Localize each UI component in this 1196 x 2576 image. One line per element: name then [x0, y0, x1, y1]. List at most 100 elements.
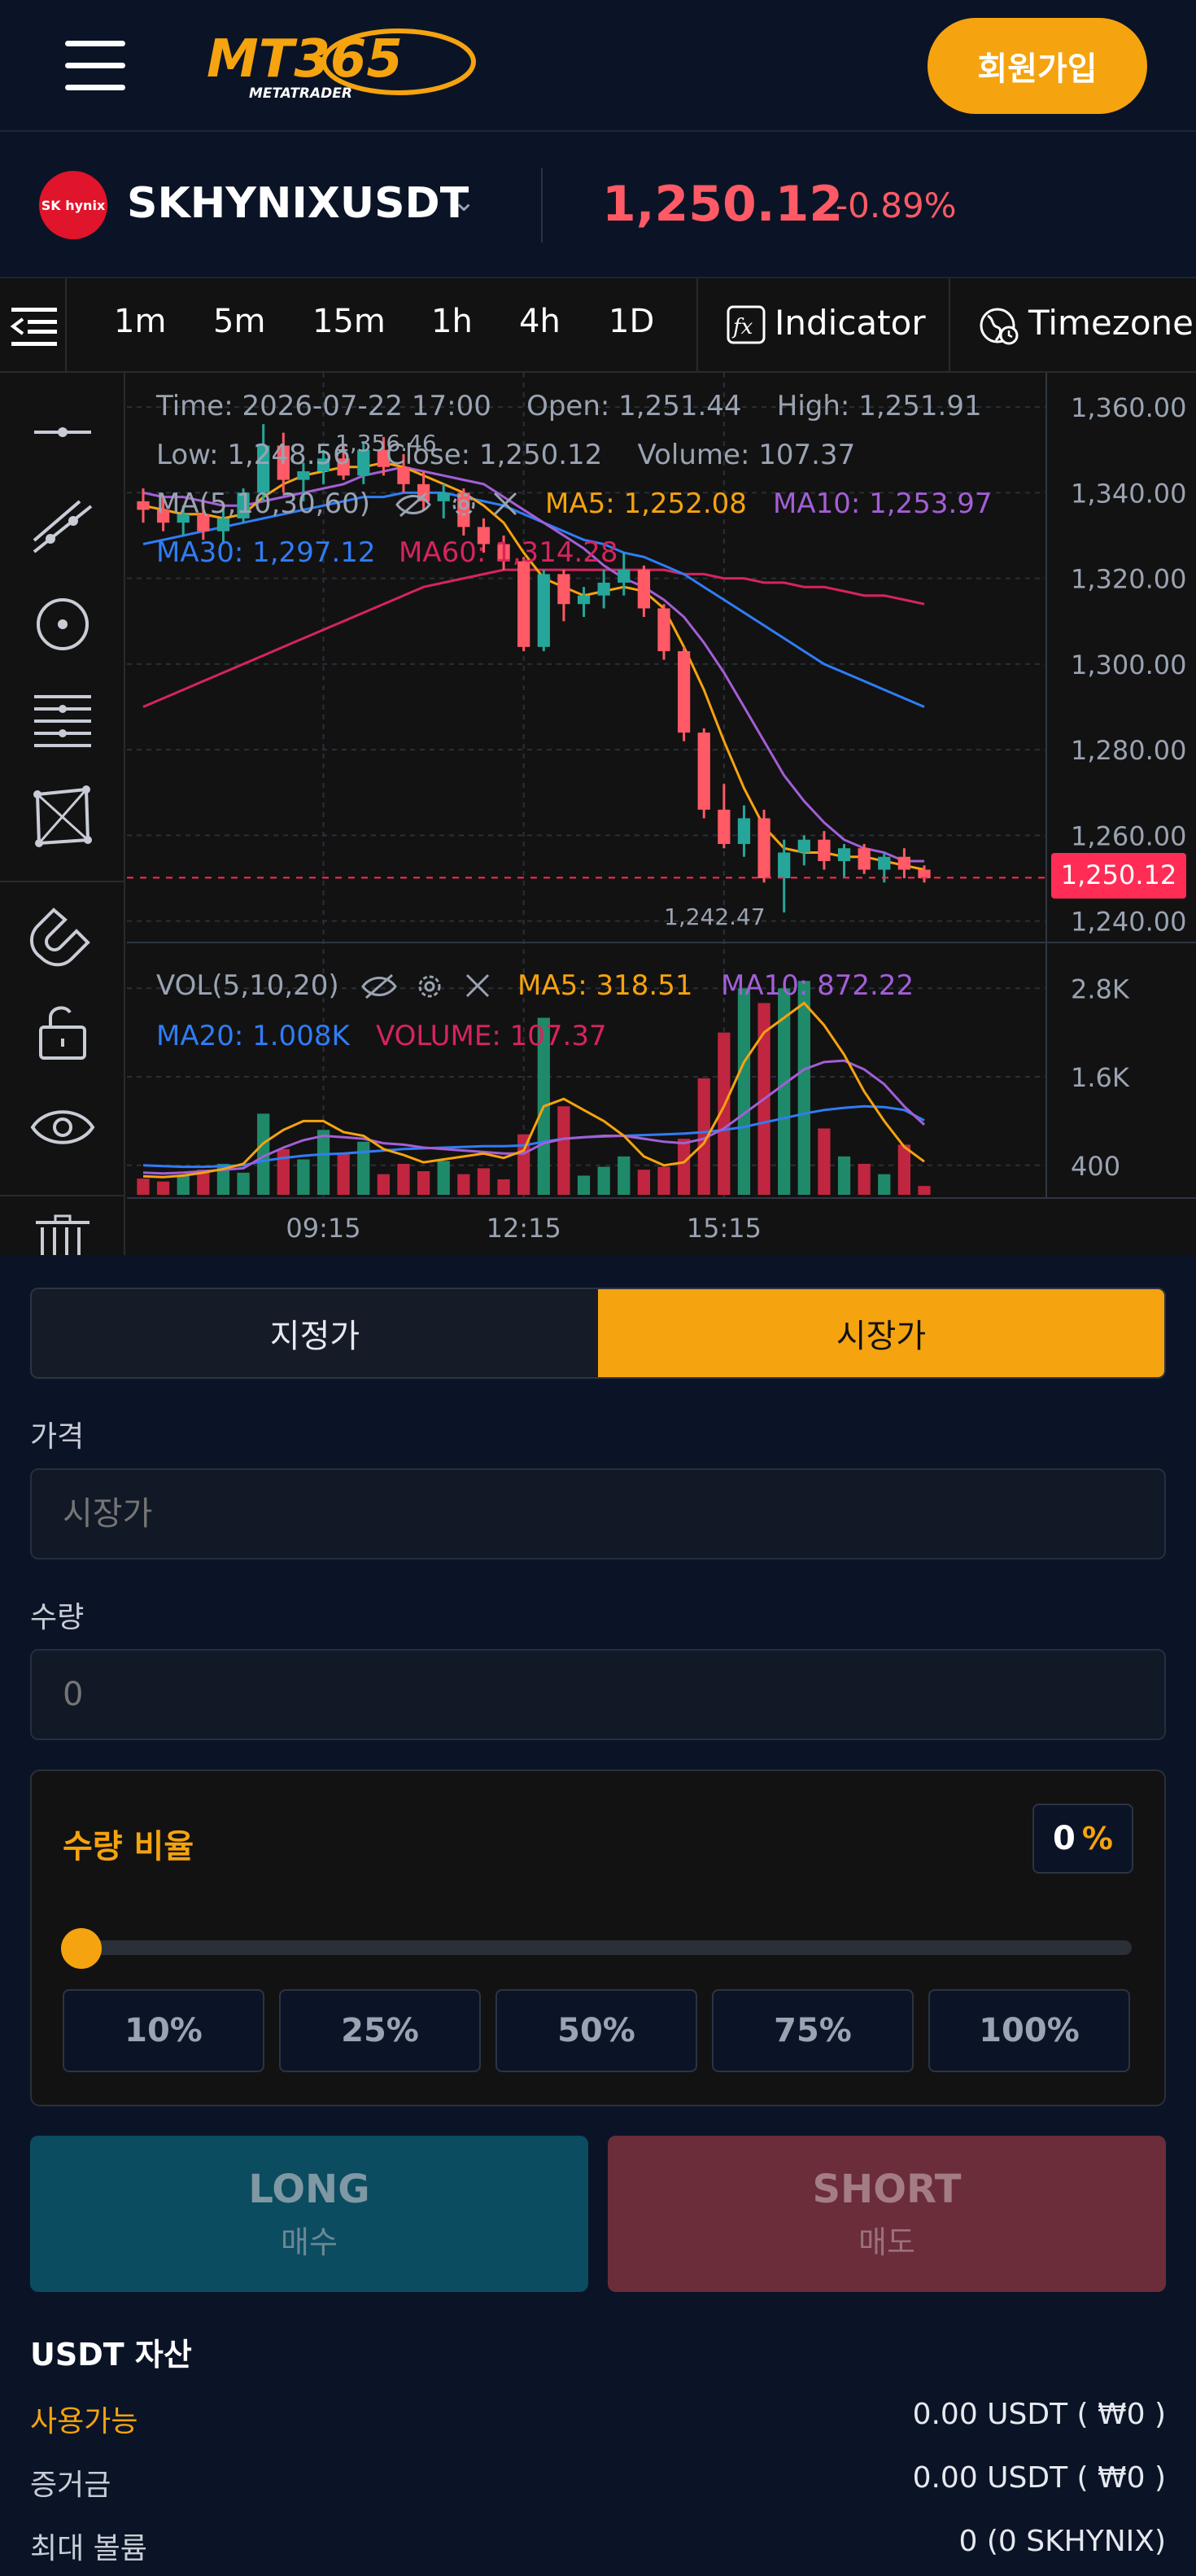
ma-lines	[142, 461, 925, 871]
volume-bar	[858, 1163, 871, 1195]
horizontal-line-icon[interactable]	[29, 399, 96, 466]
volume-bar	[316, 1130, 330, 1195]
ratio-slider-thumb[interactable]	[61, 1928, 102, 1969]
logo[interactable]: MT365 METATRADER	[203, 23, 480, 104]
chart-svg: 1,360.00 1,340.00 1,320.00 1,300.00 1,280.00…	[127, 373, 1196, 1244]
timezone-label: Timezone	[1028, 303, 1194, 343]
indicator-button[interactable]: fx Indicator	[724, 278, 949, 373]
volume-value: VOLUME: 107.37	[376, 1020, 607, 1052]
ratio-25-button[interactable]: 25%	[279, 1989, 481, 2072]
timeframe-4h[interactable]: 4h	[519, 303, 561, 340]
volume-bar	[897, 1144, 911, 1195]
timeframe-5m[interactable]: 5m	[213, 303, 265, 340]
volume-tick-label: 1.6K	[1071, 1062, 1130, 1093]
circle-tool-icon[interactable]	[29, 591, 96, 658]
eye-off-icon[interactable]	[361, 973, 397, 999]
max-volume-label: 최대 볼륨	[30, 2532, 147, 2565]
app-header: MT365 METATRADER 회원가입	[0, 0, 1196, 132]
symbol-selector[interactable]: SKHYNIXUSDT	[127, 179, 469, 228]
timeframe-1m[interactable]: 1m	[114, 303, 166, 340]
ma60-line	[142, 568, 925, 708]
candle-body	[637, 570, 651, 609]
candle-body	[137, 501, 150, 510]
trash-icon[interactable]	[29, 1214, 96, 1255]
price-tick-label: 1,240.00	[1071, 907, 1187, 938]
ratio-value-box[interactable]: 0 %	[1032, 1804, 1133, 1874]
logo-mark: MT365	[207, 29, 403, 90]
chevron-down-icon[interactable]: ⌄	[452, 186, 476, 218]
timeframe-1d[interactable]: 1D	[609, 303, 654, 340]
ma-title: MA(5,10,30,60)	[156, 488, 370, 520]
long-button[interactable]: LONG 매수	[30, 2136, 588, 2292]
tab-limit-order[interactable]: 지정가	[32, 1289, 598, 1377]
ratio-title: 수량 비율	[63, 1828, 194, 1865]
ratio-50-button[interactable]: 50%	[495, 1989, 697, 2072]
ratio-100-button[interactable]: 100%	[928, 1989, 1130, 2072]
volume-bar	[457, 1174, 470, 1195]
candle-body	[557, 574, 570, 605]
timezone-button[interactable]: Timezone	[976, 278, 1196, 373]
volume-bar	[297, 1159, 310, 1195]
volume-bar	[837, 1156, 851, 1195]
close-icon[interactable]	[465, 973, 490, 998]
menu-icon[interactable]	[65, 41, 129, 91]
volume-bar	[477, 1168, 491, 1195]
last-price: 1,250.12	[602, 176, 844, 233]
unlock-icon[interactable]	[29, 998, 96, 1065]
volume-bar	[137, 1179, 150, 1195]
volume-bar	[437, 1161, 450, 1195]
signup-button[interactable]: 회원가입	[928, 18, 1147, 114]
ratio-10-button[interactable]: 10%	[63, 1989, 264, 2072]
ma30-line	[142, 491, 925, 708]
price-input[interactable]	[30, 1468, 1166, 1559]
last-price-tag-text: 1,250.12	[1061, 859, 1177, 890]
price-tick-label: 1,280.00	[1071, 735, 1187, 766]
short-sublabel: 매도	[858, 2224, 915, 2260]
vol-ma5-value: MA5: 318.51	[517, 969, 692, 1002]
volume-bar	[577, 1175, 591, 1195]
tab-market-order[interactable]: 시장가	[598, 1289, 1164, 1377]
candle-body	[577, 595, 591, 605]
ma30-value: MA30: 1,297.12	[156, 536, 376, 569]
tool-divider	[0, 881, 125, 882]
candle-body	[818, 839, 831, 861]
candle-body	[697, 733, 710, 810]
candle-body	[778, 852, 791, 879]
magnet-icon[interactable]	[29, 902, 96, 969]
volume-bar	[637, 1170, 651, 1195]
vol-ma10-value: MA10: 872.22	[721, 969, 914, 1002]
timeframe-1h[interactable]: 1h	[431, 303, 473, 340]
available-label: 사용가능	[30, 2405, 138, 2438]
ohlc-line-1: Time: 2026-07-22 17:00 Open: 1,251.44 Hi…	[155, 390, 982, 422]
quantity-input[interactable]	[30, 1649, 1166, 1740]
fibonacci-icon[interactable]	[29, 687, 96, 754]
candle-body	[597, 582, 610, 596]
low-marker: 1,242.47	[664, 903, 766, 930]
short-button[interactable]: SHORT 매도	[608, 2136, 1166, 2292]
price-tick-label: 1,340.00	[1071, 478, 1187, 509]
timeframe-15m[interactable]: 15m	[312, 303, 386, 340]
trend-line-icon[interactable]	[29, 495, 96, 562]
volume-bar	[397, 1163, 410, 1195]
ratio-value: 0	[1053, 1820, 1076, 1857]
volume-bar	[156, 1181, 170, 1195]
ratio-75-button[interactable]: 75%	[712, 1989, 914, 2072]
gear-icon[interactable]	[418, 975, 441, 998]
timeframe-bar: 1m 5m 15m 1h 4h 1D fx Indicator Timezone	[0, 278, 1196, 373]
volume-bars	[137, 981, 931, 1195]
tool-divider	[0, 1195, 125, 1196]
volume-bar	[618, 1156, 631, 1195]
eye-icon[interactable]	[29, 1094, 96, 1161]
collapse-menu-icon[interactable]	[0, 278, 67, 373]
margin-label: 증거금	[30, 2469, 111, 2502]
candlestick-chart[interactable]: 1,360.00 1,340.00 1,320.00 1,300.00 1,280.00…	[127, 373, 1196, 1255]
volume-bar	[797, 981, 810, 1195]
svg-text:fx: fx	[731, 315, 753, 339]
ratio-unit: %	[1081, 1821, 1113, 1857]
pattern-icon[interactable]	[29, 783, 96, 850]
price-label: 가격	[30, 1420, 85, 1454]
price-tick-label: 1,320.00	[1071, 564, 1187, 595]
volume-bar	[497, 1179, 510, 1195]
price-tick-label: 1,360.00	[1071, 392, 1187, 423]
ratio-slider-track[interactable]	[63, 1940, 1132, 1955]
